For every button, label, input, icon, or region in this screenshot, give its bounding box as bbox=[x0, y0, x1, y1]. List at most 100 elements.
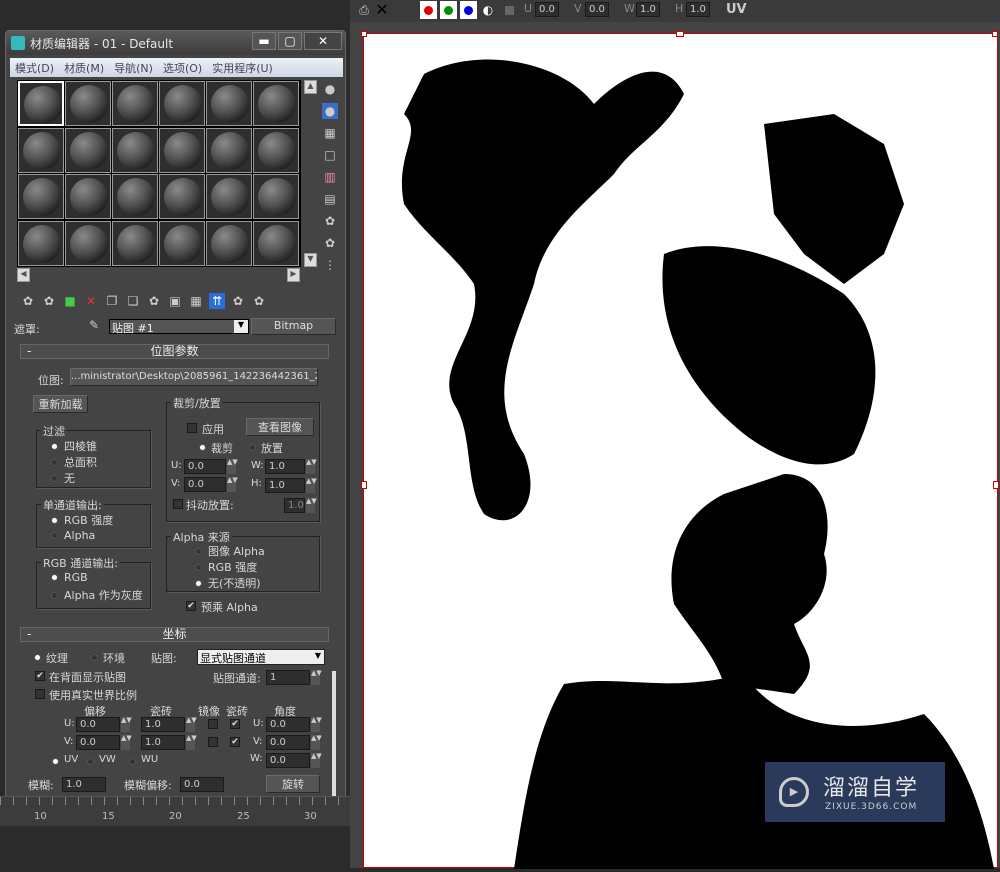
material-slot[interactable] bbox=[253, 174, 299, 219]
angle-w-field[interactable]: 0.0 bbox=[266, 753, 310, 768]
edge-handle[interactable] bbox=[993, 481, 999, 489]
material-slot[interactable] bbox=[18, 81, 64, 126]
radio-option[interactable]: Alpha bbox=[51, 529, 95, 542]
radio-button[interactable] bbox=[51, 459, 58, 466]
scroll-up-button[interactable]: ▲ bbox=[304, 80, 317, 94]
material-slot[interactable] bbox=[65, 127, 111, 173]
jitter-field[interactable]: 1.0 bbox=[284, 498, 305, 513]
map-channel-spinner[interactable]: ▲▼ bbox=[311, 670, 322, 685]
go-to-parent-icon[interactable]: ✿ bbox=[230, 293, 246, 309]
reset-map-icon[interactable]: ✕ bbox=[83, 293, 99, 309]
crop-h-spinner[interactable]: ▲▼ bbox=[306, 478, 317, 493]
make-unique-icon[interactable]: ❐ bbox=[104, 293, 120, 309]
radio-button[interactable] bbox=[195, 564, 202, 571]
corner-handle[interactable] bbox=[992, 31, 998, 37]
bitmap-canvas[interactable] bbox=[361, 31, 999, 869]
eyedropper-icon[interactable]: ✎ bbox=[86, 317, 102, 333]
sample-type-icon[interactable]: ● bbox=[322, 81, 338, 97]
material-map-navigator-icon[interactable]: ⋮ bbox=[322, 257, 338, 273]
map-type-button[interactable]: Bitmap bbox=[251, 318, 336, 335]
tiling-v-field[interactable]: 1.0 bbox=[141, 735, 185, 750]
make-preview-icon[interactable]: ▤ bbox=[322, 191, 338, 207]
wu-radio[interactable] bbox=[129, 758, 136, 765]
background-swatch[interactable] bbox=[505, 6, 514, 15]
radio-option[interactable]: 四棱锥 bbox=[51, 438, 97, 454]
mapping-dropdown[interactable]: 显式贴图通道 ▼ bbox=[197, 649, 325, 665]
scroll-left-button[interactable]: ◀ bbox=[17, 268, 30, 282]
radio-button[interactable] bbox=[51, 517, 58, 524]
material-slot[interactable] bbox=[253, 220, 299, 266]
radio-button[interactable] bbox=[51, 532, 58, 539]
crop-w-spinner[interactable]: ▲▼ bbox=[306, 459, 317, 474]
close-button[interactable]: ✕ bbox=[304, 32, 342, 50]
radio-button[interactable] bbox=[195, 548, 202, 555]
environ-radio[interactable] bbox=[91, 654, 98, 661]
uv-radio[interactable] bbox=[52, 758, 59, 765]
mirror-v-checkbox[interactable] bbox=[208, 737, 218, 747]
menu-utilities[interactable]: 实用程序(U) bbox=[207, 58, 278, 78]
sample-uv-tiling-icon[interactable]: □ bbox=[322, 147, 338, 163]
assign-to-selection-icon[interactable]: ■ bbox=[62, 293, 78, 309]
mono-icon[interactable]: ◐ bbox=[480, 2, 496, 18]
offset-v-spinner[interactable]: ▲▼ bbox=[121, 735, 132, 750]
angle-u-field[interactable]: 0.0 bbox=[266, 717, 310, 732]
material-slot[interactable] bbox=[253, 127, 299, 173]
clear-icon[interactable]: ✕ bbox=[374, 2, 390, 18]
background-checker-icon[interactable]: ▦ bbox=[322, 125, 338, 141]
green-channel-toggle[interactable] bbox=[440, 1, 457, 19]
rollout-scrollbar[interactable] bbox=[332, 671, 336, 796]
menu-navigation[interactable]: 导航(N) bbox=[109, 58, 158, 78]
map-name-dropdown[interactable]: 贴图 #1 ▼ bbox=[109, 319, 249, 335]
material-slot[interactable] bbox=[253, 81, 299, 126]
jitter-checkbox[interactable] bbox=[173, 499, 183, 509]
premultiplied-alpha-checkbox[interactable]: ✔ bbox=[186, 601, 196, 611]
material-id-channel-icon[interactable]: ▣ bbox=[167, 293, 183, 309]
go-forward-sibling-icon[interactable]: ✿ bbox=[251, 293, 267, 309]
material-slot[interactable] bbox=[112, 174, 158, 219]
red-channel-toggle[interactable] bbox=[420, 1, 437, 19]
crop-u-spinner[interactable]: ▲▼ bbox=[227, 459, 238, 474]
menu-options[interactable]: 选项(O) bbox=[158, 58, 207, 78]
select-by-material-icon[interactable]: ✿ bbox=[322, 235, 338, 251]
u-field[interactable]: 0.0 bbox=[535, 2, 559, 17]
material-slot[interactable] bbox=[159, 127, 205, 173]
w-field[interactable]: 1.0 bbox=[636, 2, 660, 17]
title-bar[interactable]: 材质编辑器 - 01 - Default ▬ ▢ ✕ bbox=[6, 31, 345, 55]
backlight-icon[interactable]: ● bbox=[322, 103, 338, 119]
offset-u-spinner[interactable]: ▲▼ bbox=[121, 717, 132, 732]
crop-v-spinner[interactable]: ▲▼ bbox=[227, 477, 238, 492]
video-color-check-icon[interactable]: ▥ bbox=[322, 169, 338, 185]
put-to-library-icon[interactable]: ✿ bbox=[146, 293, 162, 309]
material-slot[interactable] bbox=[65, 81, 111, 126]
radio-button[interactable] bbox=[51, 475, 58, 482]
radio-option[interactable]: RGB 强度 bbox=[195, 559, 257, 575]
put-to-scene-icon[interactable]: ✿ bbox=[41, 293, 57, 309]
coordinates-header[interactable]: - 坐标 bbox=[20, 627, 329, 642]
menu-mode[interactable]: 模式(D) bbox=[10, 58, 59, 78]
material-slot[interactable] bbox=[18, 127, 64, 173]
crop-v-field[interactable]: 0.0 bbox=[184, 477, 226, 492]
material-slot[interactable] bbox=[18, 174, 64, 219]
blur-offset-field[interactable]: 0.0 bbox=[180, 777, 224, 792]
view-image-button[interactable]: 查看图像 bbox=[246, 418, 314, 436]
material-slot[interactable] bbox=[18, 220, 64, 266]
material-slot[interactable] bbox=[206, 81, 252, 126]
radio-option[interactable]: 总面积 bbox=[51, 454, 97, 470]
angle-v-spinner[interactable]: ▲▼ bbox=[311, 735, 322, 750]
material-slot[interactable] bbox=[206, 127, 252, 173]
material-slot[interactable] bbox=[112, 81, 158, 126]
radio-button[interactable] bbox=[51, 443, 58, 450]
tile-u-checkbox[interactable]: ✔ bbox=[230, 719, 240, 729]
radio-option[interactable]: 无(不透明) bbox=[195, 575, 261, 591]
mirror-u-checkbox[interactable] bbox=[208, 719, 218, 729]
jitter-spinner[interactable]: ▲▼ bbox=[306, 498, 317, 513]
reload-button[interactable]: 重新加载 bbox=[33, 395, 88, 413]
material-slot[interactable] bbox=[112, 127, 158, 173]
restore-button[interactable]: ▢ bbox=[278, 32, 302, 50]
tiling-u-spinner[interactable]: ▲▼ bbox=[186, 717, 197, 732]
edge-handle[interactable] bbox=[676, 31, 684, 37]
blue-channel-toggle[interactable] bbox=[460, 1, 477, 19]
angle-w-spinner[interactable]: ▲▼ bbox=[311, 753, 322, 768]
apply-checkbox[interactable] bbox=[187, 423, 197, 433]
get-material-icon[interactable]: ✿ bbox=[20, 293, 36, 309]
